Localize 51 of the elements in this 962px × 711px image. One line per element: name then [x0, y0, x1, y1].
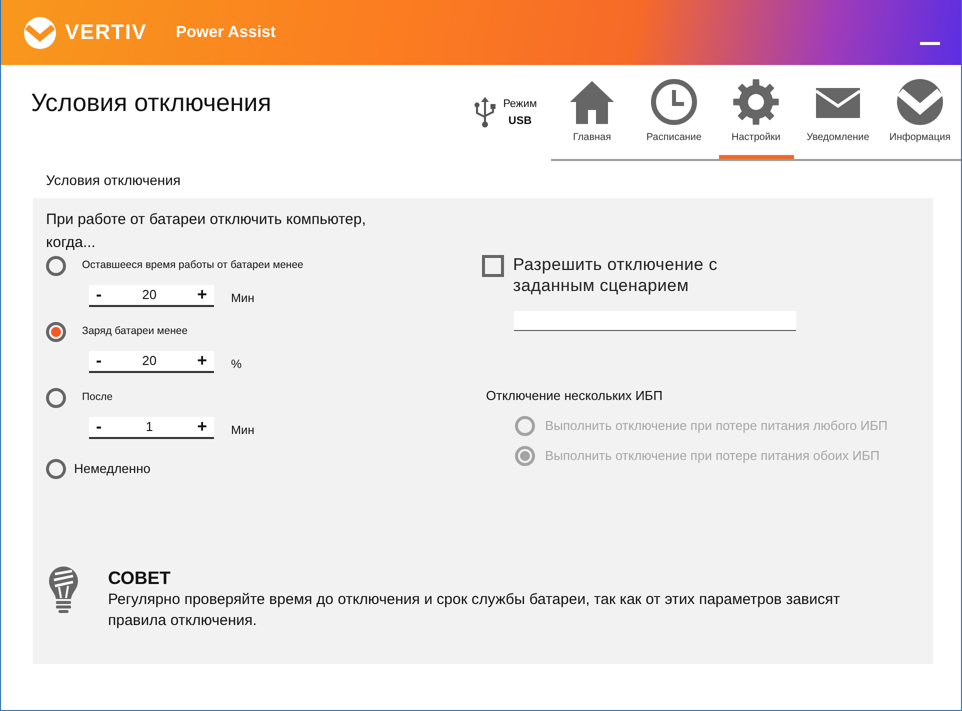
option-label: Заряд батареи менее — [82, 324, 188, 340]
option-label: Немедленно — [74, 460, 150, 478]
stepper-value: 20 — [141, 286, 158, 304]
settings-icon — [732, 78, 780, 126]
option-label: После — [82, 390, 113, 406]
unit-label: % — [231, 356, 242, 373]
group-title: Отключение нескольких ИБП — [486, 388, 664, 404]
usb-icon — [473, 96, 498, 128]
minimize-icon — [920, 42, 940, 45]
stepper-value: 20 — [141, 352, 158, 370]
input-field[interactable] — [514, 311, 796, 331]
page-title: Условия отключения — [31, 89, 272, 117]
number-stepper[interactable]: - 20 + — [89, 284, 214, 306]
connection-mode: USB — [507, 114, 533, 129]
option-label: Оставшееся время работы от батареи менее — [82, 258, 304, 274]
option-label: Выполнить отключение при потере питания обоих ИБП — [545, 447, 880, 466]
app-name: Power Assist — [176, 24, 276, 40]
house-icon — [568, 78, 616, 126]
option-label: Выполнить отключение при потере питания любого ИБП — [545, 417, 888, 436]
number-stepper[interactable]: - 1 + — [89, 416, 214, 438]
connection-label: Режим — [503, 97, 537, 112]
radio-button[interactable] — [46, 322, 66, 342]
nav-tab[interactable]: Информация — [879, 65, 961, 159]
unit-label: Мин — [231, 290, 254, 307]
decrement-button[interactable]: - — [92, 286, 106, 303]
radio-button[interactable] — [46, 388, 66, 408]
nav-tab[interactable]: Настройки — [715, 65, 797, 159]
decrement-button[interactable]: - — [92, 352, 106, 369]
unit-label: Мин — [231, 422, 254, 439]
condition-heading: При работе от батареи отключить компьютер, когда... — [46, 210, 367, 253]
checkbox[interactable] — [482, 255, 504, 277]
nav-tab[interactable]: Главная — [551, 65, 633, 159]
increment-button[interactable]: + — [193, 286, 211, 303]
brand-name: VERTIV — [65, 22, 147, 43]
checkbox-label: Разрешить отключение с заданным сценарием — [513, 254, 719, 296]
radio-button[interactable] — [46, 459, 66, 479]
increment-button[interactable]: + — [193, 352, 211, 369]
tip-title: СОВЕТ — [108, 567, 172, 589]
nav-tab[interactable]: Уведомление — [797, 65, 879, 159]
logo-icon — [24, 16, 56, 48]
section-title: Условия отключения — [46, 171, 181, 189]
nav-tab[interactable]: Расписание — [633, 65, 715, 159]
tip-text: Регулярно проверяйте время до отключения и срок службы батареи, так как от этих параметров зависят правила отключения. — [108, 590, 842, 631]
lightbulb-icon — [47, 565, 80, 613]
clock-icon — [650, 78, 698, 126]
decrement-button[interactable]: - — [92, 418, 106, 435]
chevron-circle-icon — [896, 78, 944, 126]
increment-button[interactable]: + — [193, 418, 211, 435]
number-stepper[interactable]: - 20 + — [89, 350, 214, 372]
stepper-value: 1 — [144, 418, 154, 436]
radio-button[interactable] — [46, 256, 66, 276]
